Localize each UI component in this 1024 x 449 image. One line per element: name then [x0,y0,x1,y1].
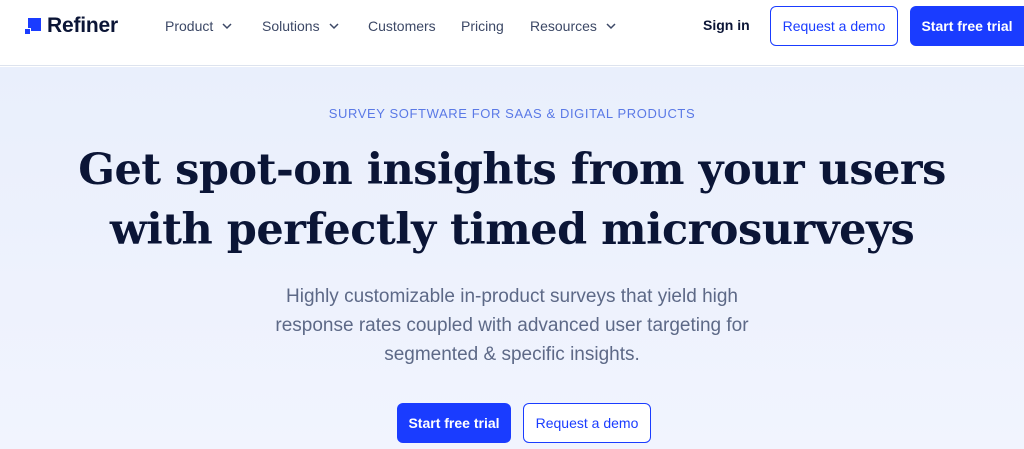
nav-item-label: Solutions [262,18,320,34]
hero-subheading: Highly customizable in-product surveys t… [237,282,787,369]
subhead-line-1: Highly customizable in-product surveys t… [286,286,738,307]
brand-logo[interactable]: Refiner [24,14,118,38]
chevron-down-icon [328,20,340,32]
chevron-down-icon [221,20,233,32]
site-header: Refiner Product Solutions Customers Pric… [0,0,1024,66]
nav-item-label: Customers [368,18,436,34]
hero-start-free-trial-button[interactable]: Start free trial [397,403,511,443]
hero-headline: Get spot-on insights from your users wit… [0,140,1024,260]
start-free-trial-button[interactable]: Start free trial [910,6,1024,46]
headline-line-1: Get spot-on insights from your users [78,145,946,195]
nav-item-solutions[interactable]: Solutions [262,18,368,34]
subhead-line-2: response rates coupled with advanced use… [275,315,749,336]
hero-request-demo-button[interactable]: Request a demo [523,403,651,443]
main-nav: Product Solutions Customers Pricing Reso… [165,16,630,36]
chevron-down-icon [605,20,617,32]
hero-eyebrow: SURVEY SOFTWARE FOR SAAS & DIGITAL PRODU… [328,106,696,121]
headline-line-2: with perfectly timed microsurveys [109,205,915,255]
subhead-line-3: segmented & specific insights. [384,344,640,365]
sign-in-link[interactable]: Sign in [703,17,750,33]
nav-item-label: Pricing [461,18,504,34]
hero-section: SURVEY SOFTWARE FOR SAAS & DIGITAL PRODU… [0,67,1024,449]
refiner-logo-icon [24,17,41,35]
nav-item-pricing[interactable]: Pricing [461,18,530,34]
nav-item-product[interactable]: Product [165,18,262,34]
nav-item-label: Product [165,18,214,34]
brand-name: Refiner [47,14,118,37]
nav-item-resources[interactable]: Resources [530,18,630,34]
request-demo-button[interactable]: Request a demo [770,6,898,46]
nav-item-customers[interactable]: Customers [368,18,461,34]
nav-item-label: Resources [530,18,597,34]
